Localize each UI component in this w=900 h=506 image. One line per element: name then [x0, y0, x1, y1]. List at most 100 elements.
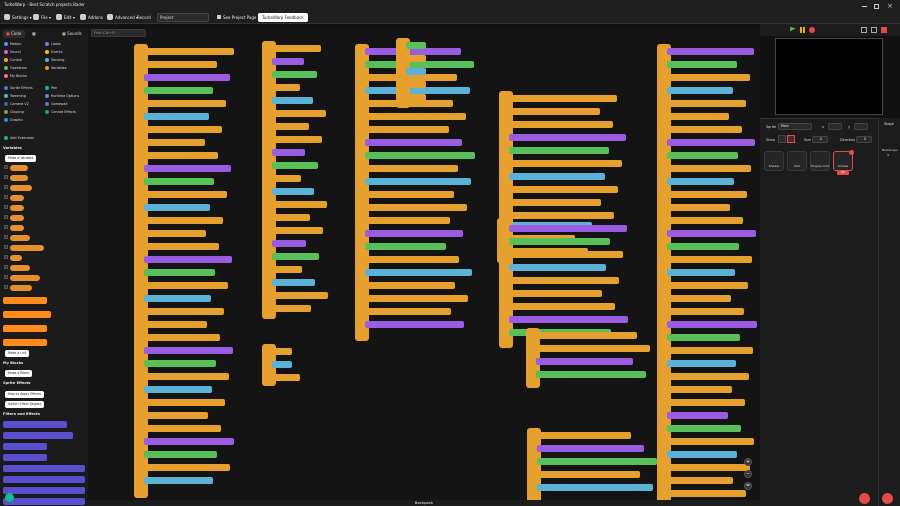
code-block[interactable]: [272, 188, 314, 195]
code-block[interactable]: [272, 71, 317, 78]
category-gamepad[interactable]: Gamepad: [45, 101, 67, 107]
checkbox[interactable]: [4, 275, 8, 279]
code-block[interactable]: [144, 282, 228, 289]
code-block[interactable]: [536, 345, 650, 352]
code-block[interactable]: [509, 134, 626, 141]
code-block[interactable]: [144, 386, 212, 393]
code-block[interactable]: [144, 100, 226, 107]
checkbox[interactable]: [4, 185, 8, 189]
sprite-thumbnail[interactable]: Smoke BG: [833, 150, 854, 175]
settings-menu[interactable]: Settings ▾: [4, 13, 32, 22]
code-block[interactable]: [144, 152, 218, 159]
sprite-thumbnail[interactable]: Hell: [787, 151, 807, 171]
project-title-input[interactable]: Project: [157, 13, 209, 22]
code-block[interactable]: [667, 282, 748, 289]
code-block[interactable]: [144, 87, 213, 94]
code-block[interactable]: [365, 61, 474, 68]
code-block[interactable]: [365, 126, 449, 133]
code-block[interactable]: [365, 204, 467, 211]
zoom-reset-icon[interactable]: =: [744, 482, 752, 490]
code-block[interactable]: [144, 399, 225, 406]
code-block[interactable]: [667, 243, 739, 250]
zoom-out-icon[interactable]: −: [744, 470, 752, 478]
backpack-bar[interactable]: Backpack: [88, 500, 760, 506]
code-block[interactable]: [667, 360, 736, 367]
code-block[interactable]: [365, 243, 446, 250]
code-block[interactable]: [144, 438, 234, 445]
checkbox[interactable]: [4, 175, 8, 179]
sprite-thumbnail[interactable]: Shader: [764, 151, 784, 171]
code-block[interactable]: [509, 108, 600, 115]
code-block[interactable]: [536, 371, 646, 378]
code-block[interactable]: [272, 201, 327, 208]
code-block[interactable]: [365, 217, 450, 224]
code-block[interactable]: [144, 165, 231, 172]
variable-row[interactable]: [4, 215, 24, 222]
category-my-blocks[interactable]: My Blocks: [4, 73, 27, 79]
code-block[interactable]: [509, 238, 610, 245]
code-block[interactable]: [272, 175, 301, 182]
sprite-thumbnail[interactable]: Engine Grid: [810, 151, 830, 171]
checkbox[interactable]: [4, 245, 8, 249]
code-block[interactable]: [144, 308, 224, 315]
code-block[interactable]: [509, 160, 622, 167]
make-block-button[interactable]: Make a Block: [5, 370, 32, 377]
make-list-button[interactable]: Make a List: [5, 350, 29, 357]
code-block[interactable]: [272, 214, 310, 221]
category-variables[interactable]: Variables: [45, 65, 67, 71]
add-sprite-button[interactable]: [859, 493, 870, 504]
code-block[interactable]: [272, 136, 322, 143]
effect-block[interactable]: [3, 421, 67, 428]
code-block[interactable]: [406, 42, 426, 49]
code-block[interactable]: [667, 178, 734, 185]
code-block[interactable]: [537, 445, 644, 452]
code-block[interactable]: [272, 292, 328, 299]
set-variable-block[interactable]: [3, 297, 47, 304]
variable-row[interactable]: [4, 195, 24, 202]
stage-canvas[interactable]: [775, 38, 883, 115]
code-block[interactable]: [667, 386, 732, 393]
code-block[interactable]: [272, 84, 300, 91]
code-block[interactable]: [144, 425, 221, 432]
code-block[interactable]: [144, 230, 206, 237]
code-block[interactable]: [667, 139, 755, 146]
code-block[interactable]: [272, 45, 321, 52]
code-block[interactable]: [667, 165, 751, 172]
code-block[interactable]: [667, 308, 744, 315]
code-block[interactable]: [144, 269, 215, 276]
show-variable-block[interactable]: [3, 325, 47, 332]
code-block[interactable]: [365, 165, 458, 172]
variable-row[interactable]: [4, 185, 32, 192]
category-graphic[interactable]: Graphic: [4, 117, 23, 123]
x-input[interactable]: [828, 123, 842, 130]
code-block[interactable]: [144, 74, 230, 81]
file-menu[interactable]: File ▾: [33, 13, 51, 22]
effect-block[interactable]: [3, 487, 85, 494]
code-block[interactable]: [144, 477, 213, 484]
sprite-name-input[interactable]: Main: [778, 123, 812, 130]
workspace-search-input[interactable]: Find (Ctrl+F): [91, 29, 146, 37]
checkbox[interactable]: [4, 225, 8, 229]
code-block[interactable]: [144, 243, 219, 250]
code-block[interactable]: [144, 126, 222, 133]
small-stage-icon[interactable]: [861, 27, 867, 33]
code-block[interactable]: [509, 277, 619, 284]
hide-icon[interactable]: [787, 135, 795, 143]
pause-icon[interactable]: [800, 27, 802, 33]
code-block[interactable]: [272, 253, 319, 260]
code-block[interactable]: [509, 173, 605, 180]
code-block[interactable]: [667, 217, 743, 224]
code-block[interactable]: [667, 438, 754, 445]
code-block[interactable]: [509, 264, 606, 271]
category-tweening[interactable]: Tweening: [4, 93, 26, 99]
checkbox[interactable]: [4, 195, 8, 199]
code-block[interactable]: [667, 204, 730, 211]
effect-block[interactable]: [3, 454, 47, 461]
code-block[interactable]: [509, 186, 618, 193]
code-block[interactable]: [365, 191, 454, 198]
code-block[interactable]: [667, 347, 753, 354]
delete-sprite-icon[interactable]: [849, 150, 854, 155]
code-block[interactable]: [365, 230, 463, 237]
code-block[interactable]: [667, 412, 728, 419]
code-block[interactable]: [144, 464, 230, 471]
